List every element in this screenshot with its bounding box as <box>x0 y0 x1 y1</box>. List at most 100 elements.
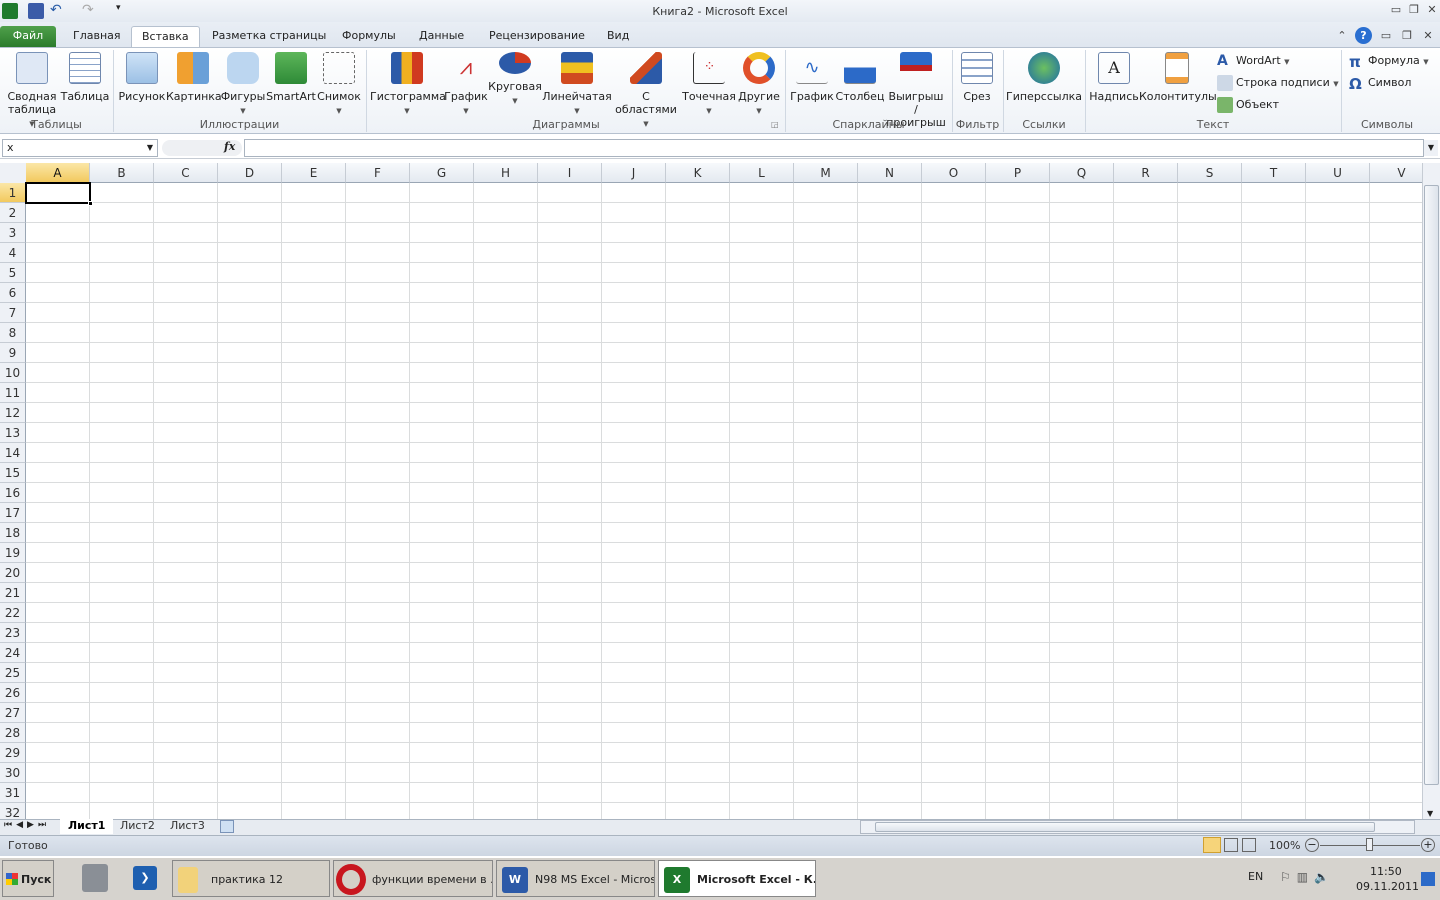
line-chart-button[interactable]: ⩘ График ▼ <box>444 52 488 118</box>
row-header-30[interactable]: 30 <box>0 763 26 783</box>
scrollbar-thumb[interactable] <box>875 822 1375 832</box>
scrollbar-thumb[interactable] <box>1424 185 1439 785</box>
row-header-18[interactable]: 18 <box>0 523 26 543</box>
row-header-7[interactable]: 7 <box>0 303 26 323</box>
grid-row[interactable] <box>26 603 1422 623</box>
grid-row[interactable] <box>26 383 1422 403</box>
insert-function-icon[interactable]: fx <box>224 140 235 153</box>
grid-row[interactable] <box>26 423 1422 443</box>
close-icon[interactable]: ✕ <box>1424 3 1440 16</box>
pie-chart-button[interactable]: Круговая ▼ <box>488 52 542 108</box>
scroll-down-icon[interactable]: ▼ <box>1427 809 1433 818</box>
tray-icons[interactable]: ⚐▥🔈 <box>1280 870 1335 884</box>
grid-row[interactable] <box>26 743 1422 763</box>
tab-insert[interactable]: Вставка <box>131 26 200 48</box>
start-button[interactable]: Пуск <box>2 860 54 897</box>
sparkline-column-button[interactable]: Столбец <box>835 52 885 103</box>
formula-input[interactable] <box>244 139 1424 157</box>
row-header-17[interactable]: 17 <box>0 503 26 523</box>
minimize-ribbon-icon[interactable]: ⌃ <box>1334 29 1350 42</box>
column-header-D[interactable]: D <box>218 163 282 183</box>
grid-row[interactable] <box>26 363 1422 383</box>
object-button[interactable]: Объект <box>1217 97 1279 113</box>
tab-file[interactable]: Файл <box>0 26 56 48</box>
row-header-25[interactable]: 25 <box>0 663 26 683</box>
grid-row[interactable] <box>26 503 1422 523</box>
grid-row[interactable] <box>26 463 1422 483</box>
doc-restore-icon[interactable]: ❐ <box>1399 29 1415 42</box>
grid-row[interactable] <box>26 583 1422 603</box>
column-header-K[interactable]: K <box>666 163 730 183</box>
column-header-U[interactable]: U <box>1306 163 1370 183</box>
column-header-B[interactable]: B <box>90 163 154 183</box>
grid-row[interactable] <box>26 443 1422 463</box>
normal-view-icon[interactable] <box>1203 837 1221 853</box>
row-header-11[interactable]: 11 <box>0 383 26 403</box>
scatter-chart-button[interactable]: ⁘ Точечная ▼ <box>682 52 736 118</box>
page-break-view-icon[interactable] <box>1242 838 1256 852</box>
grid-row[interactable] <box>26 543 1422 563</box>
column-header-S[interactable]: S <box>1178 163 1242 183</box>
symbol-button[interactable]: Ω Символ <box>1349 75 1411 93</box>
row-header-14[interactable]: 14 <box>0 443 26 463</box>
tab-data[interactable]: Данные <box>409 26 474 48</box>
shapes-button[interactable]: Фигуры ▼ <box>220 52 266 118</box>
grid-row[interactable] <box>26 243 1422 263</box>
grid-row[interactable] <box>26 683 1422 703</box>
column-header-A[interactable]: A <box>26 163 90 183</box>
row-header-22[interactable]: 22 <box>0 603 26 623</box>
column-header-G[interactable]: G <box>410 163 474 183</box>
sheet-tab-1[interactable]: Лист1 <box>60 819 114 834</box>
grid-row[interactable] <box>26 203 1422 223</box>
column-header-E[interactable]: E <box>282 163 346 183</box>
taskbar-item-word[interactable]: W N98 MS Excel - Micros... <box>496 860 655 897</box>
chevron-down-icon[interactable]: ▼ <box>147 140 153 156</box>
grid-row[interactable] <box>26 563 1422 583</box>
table-button[interactable]: Таблица <box>60 52 110 103</box>
grid-row[interactable] <box>26 783 1422 803</box>
horizontal-scrollbar[interactable] <box>860 820 1415 834</box>
row-header-31[interactable]: 31 <box>0 783 26 803</box>
tab-home[interactable]: Главная <box>63 26 131 48</box>
column-header-J[interactable]: J <box>602 163 666 183</box>
row-header-28[interactable]: 28 <box>0 723 26 743</box>
grid-row[interactable] <box>26 223 1422 243</box>
smartart-button[interactable]: SmartArt <box>266 52 316 103</box>
restore-icon[interactable]: ❐ <box>1406 3 1422 16</box>
grid-row[interactable] <box>26 323 1422 343</box>
zoom-level[interactable]: 100% <box>1269 839 1300 852</box>
row-header-13[interactable]: 13 <box>0 423 26 443</box>
wordart-button[interactable]: A WordArt ▼ <box>1217 53 1290 69</box>
grid-row[interactable] <box>26 343 1422 363</box>
row-header-15[interactable]: 15 <box>0 463 26 483</box>
column-header-H[interactable]: H <box>474 163 538 183</box>
column-header-R[interactable]: R <box>1114 163 1178 183</box>
taskbar-item-folder[interactable]: практика 12 <box>172 860 330 897</box>
doc-minimize-icon[interactable]: ▭ <box>1378 29 1394 42</box>
grid-row[interactable] <box>26 483 1422 503</box>
grid-row[interactable] <box>26 263 1422 283</box>
grid-row[interactable] <box>26 623 1422 643</box>
row-header-21[interactable]: 21 <box>0 583 26 603</box>
expand-formula-icon[interactable]: ▼ <box>1424 140 1438 156</box>
zoom-out-icon[interactable]: − <box>1305 838 1319 852</box>
screenshot-button[interactable]: Снимок ▼ <box>316 52 362 118</box>
sheet-tab-2[interactable]: Лист2 <box>112 819 163 834</box>
doc-close-icon[interactable]: ✕ <box>1420 29 1436 42</box>
tab-page-layout[interactable]: Разметка страницы <box>202 26 336 48</box>
zoom-slider-thumb[interactable] <box>1366 838 1373 851</box>
fill-handle[interactable] <box>88 201 93 206</box>
picture-button[interactable]: Рисунок <box>118 52 166 103</box>
column-header-T[interactable]: T <box>1242 163 1306 183</box>
column-header-F[interactable]: F <box>346 163 410 183</box>
textbox-button[interactable]: A Надпись <box>1089 52 1139 103</box>
worksheet-grid[interactable]: 1 2 3 4 5 6 7 8 9 10 11 12 13 14 15 16 17 18 19 20 21 22 23 24 2… <box>0 183 1422 819</box>
powershell-icon[interactable]: ❯ <box>133 866 157 890</box>
sheet-nav-icons[interactable]: ⏮◀▶⏭ <box>4 820 50 830</box>
row-header-32[interactable]: 32 <box>0 803 26 819</box>
insert-sheet-icon[interactable] <box>220 820 234 833</box>
column-header-P[interactable]: P <box>986 163 1050 183</box>
row-header-1[interactable]: 1 <box>0 183 26 203</box>
clock-time[interactable]: 11:50 <box>1370 865 1402 878</box>
grid-row[interactable] <box>26 643 1422 663</box>
